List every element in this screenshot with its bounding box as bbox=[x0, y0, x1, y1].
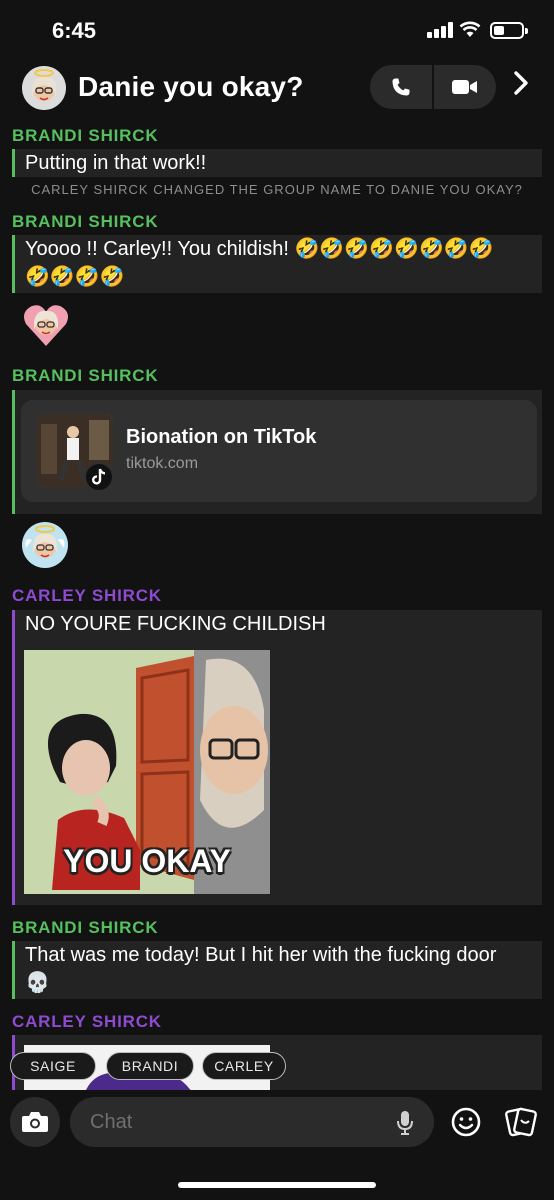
video-call-button[interactable] bbox=[434, 65, 496, 109]
status-time: 6:45 bbox=[52, 18, 97, 43]
video-icon bbox=[452, 80, 477, 94]
message-sender: BRANDI SHIRCK bbox=[12, 212, 159, 231]
message-sender: BRANDI SHIRCK bbox=[12, 126, 159, 145]
message-sender: CARLEY SHIRCK bbox=[12, 1012, 162, 1031]
bitmoji-avatar[interactable] bbox=[22, 522, 68, 568]
mention-tag[interactable]: BRANDI bbox=[106, 1052, 194, 1080]
call-controls bbox=[370, 65, 496, 109]
mention-tag[interactable]: CARLEY bbox=[202, 1052, 286, 1080]
message-text: That was me today! But I hit her with th… bbox=[25, 944, 497, 966]
message-sender: BRANDI SHIRCK bbox=[12, 918, 159, 937]
gif-image[interactable]: YOU OKAY bbox=[24, 650, 270, 894]
chat-input[interactable] bbox=[90, 1097, 390, 1147]
emoji-icon[interactable] bbox=[450, 1106, 482, 1143]
camera-icon bbox=[22, 1112, 48, 1132]
home-indicator bbox=[178, 1182, 376, 1188]
mention-tag[interactable]: SAIGE bbox=[10, 1052, 96, 1080]
chat-header: Danie you okay? bbox=[0, 62, 554, 116]
message-bubble[interactable]: Yoooo !! Carley!! You childish! 🤣🤣🤣🤣🤣🤣🤣🤣… bbox=[12, 235, 542, 293]
battery-icon bbox=[490, 22, 528, 39]
message-text: NO YOURE FUCKING CHILDISH bbox=[25, 613, 326, 635]
gif-caption: YOU OKAY bbox=[63, 843, 231, 879]
tiktok-icon bbox=[84, 462, 114, 492]
link-url: tiktok.com bbox=[126, 455, 199, 472]
sticker-icon[interactable] bbox=[504, 1106, 538, 1143]
message-bubble[interactable]: Putting in that work!! bbox=[12, 149, 542, 177]
message-text: Yoooo !! Carley!! You childish! 🤣🤣🤣🤣🤣🤣🤣🤣 bbox=[25, 238, 494, 260]
composer-bar bbox=[0, 1094, 554, 1154]
message-bubble[interactable]: That was me today! But I hit her with th… bbox=[12, 941, 542, 999]
bitmoji-reaction[interactable] bbox=[22, 302, 70, 348]
phone-icon bbox=[392, 78, 410, 96]
status-bar: 6:45 bbox=[0, 0, 554, 60]
message-sender: BRANDI SHIRCK bbox=[12, 366, 159, 385]
chat-title[interactable]: Danie you okay? bbox=[78, 71, 304, 103]
mic-icon[interactable] bbox=[396, 1110, 414, 1141]
message-text: 🤣🤣🤣🤣 bbox=[25, 266, 125, 288]
voice-call-button[interactable] bbox=[370, 65, 432, 109]
message-text: Putting in that work!! bbox=[25, 152, 207, 174]
message-text: 💀 bbox=[25, 972, 50, 994]
chat-input-wrapper bbox=[70, 1097, 434, 1147]
chevron-right-icon[interactable] bbox=[512, 70, 530, 104]
signal-icon bbox=[427, 22, 453, 38]
chat-thread[interactable]: BRANDI SHIRCK Putting in that work!! CAR… bbox=[0, 122, 554, 1090]
group-avatar[interactable] bbox=[22, 66, 66, 110]
link-title: Bionation on TikTok bbox=[126, 426, 317, 448]
system-note: CARLEY SHIRCK CHANGED THE GROUP NAME TO … bbox=[31, 182, 523, 197]
wifi-icon bbox=[459, 20, 481, 42]
camera-button[interactable] bbox=[10, 1097, 60, 1147]
message-sender: CARLEY SHIRCK bbox=[12, 586, 162, 605]
